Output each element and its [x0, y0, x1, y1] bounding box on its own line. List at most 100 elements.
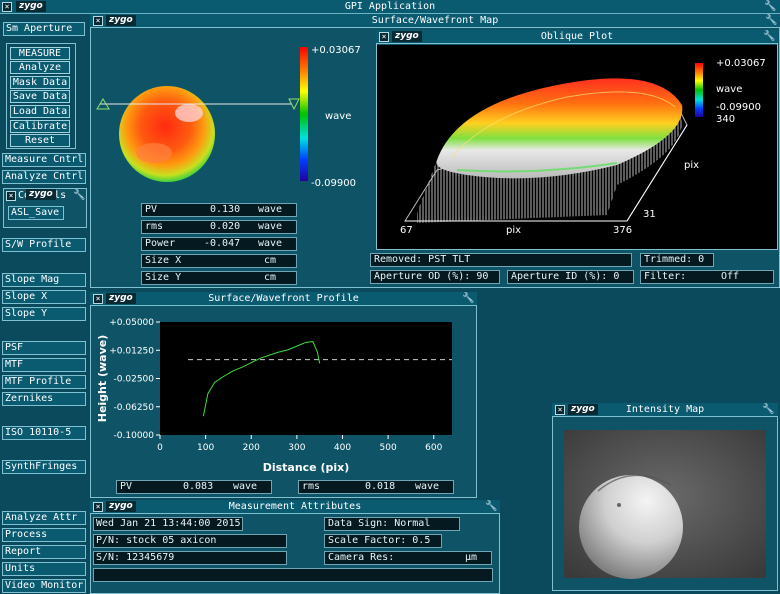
oblique-wrench-icon[interactable]: 🔧: [763, 31, 775, 43]
profile-plot-area: [160, 322, 452, 435]
zernikes-button[interactable]: Zernikes: [2, 392, 86, 406]
measure-button[interactable]: MEASURE: [10, 47, 70, 60]
slope-x-button[interactable]: Slope X: [2, 290, 86, 304]
attr-notes-field[interactable]: [93, 568, 493, 582]
profile-rms-value: 0.018: [365, 481, 396, 492]
attributes-close-icon[interactable]: ×: [93, 502, 103, 512]
surface-map-title: Surface/Wavefront Map: [371, 15, 499, 26]
controls-logo: zygo: [26, 189, 56, 200]
controls-close-icon[interactable]: ×: [6, 191, 16, 201]
oblique-axis-x-right: 376: [613, 225, 633, 236]
slope-mag-button[interactable]: Slope Mag: [2, 273, 86, 287]
profile-xtick-label: 200: [243, 443, 260, 453]
profile-close-icon[interactable]: ×: [93, 294, 103, 304]
profile-xtick-label: 300: [288, 443, 305, 453]
analyze-button[interactable]: Analyze: [10, 61, 70, 74]
stat-size-y-field: Size Y cm: [141, 271, 297, 285]
aperture-od-field: Aperture OD (%): 90: [370, 270, 500, 284]
profile-pv-field: PV 0.083 wave: [116, 480, 272, 494]
analyze-cntrl-button[interactable]: Analyze Cntrl: [2, 170, 86, 184]
attr-date-field[interactable]: Wed Jan 21 13:44:00 2015: [93, 517, 243, 531]
oblique-logo: zygo: [392, 31, 422, 42]
stat-size-y-label: Size Y: [145, 272, 182, 283]
surface-map-titlebar: Surface/Wavefront Map: [90, 14, 780, 28]
stat-rms-field: rms 0.020 wave: [141, 220, 297, 234]
intensity-map-view[interactable]: [556, 421, 774, 587]
psf-button[interactable]: PSF: [2, 341, 86, 355]
oblique-scale-unit: wave: [716, 84, 743, 95]
profile-rms-field: rms 0.018 wave: [298, 480, 454, 494]
removed-field: Removed: PST TLT: [370, 253, 632, 267]
profile-pv-value: 0.083: [183, 481, 214, 492]
stat-pv-field: PV 0.130 wave: [141, 203, 297, 217]
intensity-close-icon[interactable]: ×: [555, 405, 565, 415]
profile-ytick-label: +0.01250: [109, 346, 154, 356]
intensity-wrench-icon[interactable]: 🔧: [762, 404, 774, 416]
analyze-attr-button[interactable]: Analyze Attr: [2, 511, 86, 525]
surface-map-wrench-icon[interactable]: 🔧: [765, 15, 777, 27]
aperture-selector[interactable]: Sm Aperture: [3, 22, 85, 36]
app-title: GPI Application: [344, 1, 436, 12]
profile-wrench-icon[interactable]: 🔧: [462, 293, 474, 305]
iso-10110-5-button[interactable]: ISO 10110-5: [2, 426, 86, 440]
controls-wrench-icon[interactable]: 🔧: [73, 190, 85, 202]
asl-save-button[interactable]: ASL_Save: [8, 206, 64, 220]
profile-ytick-label: -0.10000: [114, 431, 155, 441]
sw-profile-button[interactable]: S/W Profile: [2, 238, 86, 252]
stat-rms-label: rms: [145, 221, 164, 232]
oblique-plot-graphic: [404, 63, 703, 224]
stat-rms-value: 0.020: [210, 221, 241, 232]
units-button[interactable]: Units: [2, 562, 86, 576]
attr-sn-field[interactable]: S/N: 12345679: [93, 551, 287, 565]
stat-power-value: -0.047: [204, 238, 241, 249]
profile-titlebar: Surface/Wavefront Profile: [90, 292, 477, 306]
report-button[interactable]: Report: [2, 545, 86, 559]
stat-pv-label: PV: [145, 204, 158, 215]
stat-power-label: Power: [145, 238, 176, 249]
profile-ytick-label: -0.02500: [114, 375, 155, 385]
profile-xtick-label: 0: [157, 443, 163, 453]
trimmed-field: Trimmed: 0: [640, 253, 714, 267]
attr-camera-res-field: Camera Res: µm: [324, 551, 492, 565]
map-scale-unit: wave: [325, 111, 352, 122]
stat-size-x-label: Size X: [145, 255, 182, 266]
attr-pn-field[interactable]: P/N: stock 05 axicon: [93, 534, 287, 548]
profile-x-axis-label: Distance (pix): [263, 461, 350, 474]
aperture-id-field: Aperture ID (%): 0: [507, 270, 634, 284]
attributes-title: Measurement Attributes: [228, 501, 362, 512]
profile-ytick-label: -0.06250: [114, 403, 155, 413]
profile-xtick-label: 100: [197, 443, 214, 453]
profile-title: Surface/Wavefront Profile: [208, 293, 359, 304]
profile-chart[interactable]: +0.05000 +0.01250 -0.02500 -0.06250 -0.10000…: [92, 308, 472, 476]
mtf-profile-button[interactable]: MTF Profile: [2, 375, 86, 389]
profile-xtick-label: 600: [425, 443, 442, 453]
load-data-button[interactable]: Load Data: [10, 105, 70, 118]
mtf-button[interactable]: MTF: [2, 358, 86, 372]
stat-power-field: Power -0.047 wave: [141, 237, 297, 251]
calibrate-button[interactable]: Calibrate: [10, 120, 70, 133]
surface-map-close-icon[interactable]: ×: [93, 16, 103, 26]
reset-button[interactable]: Reset: [10, 134, 70, 147]
map-scale-max: +0.03067: [311, 45, 361, 56]
oblique-title: Oblique Plot: [540, 31, 614, 42]
attributes-wrench-icon[interactable]: 🔧: [485, 501, 497, 513]
profile-xtick-label: 400: [334, 443, 351, 453]
filter-field: Filter: Off: [640, 270, 774, 284]
measure-cntrl-button[interactable]: Measure Cntrl: [2, 153, 86, 167]
oblique-close-icon[interactable]: ×: [379, 32, 389, 42]
profile-pv-label: PV: [120, 481, 133, 492]
process-button[interactable]: Process: [2, 528, 86, 542]
oblique-axis-y-bottom: 31: [643, 209, 656, 220]
video-monitor-button[interactable]: Video Monitor: [2, 579, 86, 593]
stat-pv-value: 0.130: [210, 204, 241, 215]
surface-map-logo: zygo: [106, 15, 136, 26]
profile-xtick-label: 500: [380, 443, 397, 453]
app-wrench-icon[interactable]: 🔧: [764, 1, 776, 13]
oblique-plot-view[interactable]: [377, 45, 777, 249]
mask-data-button[interactable]: Mask Data: [10, 76, 70, 89]
slope-y-button[interactable]: Slope Y: [2, 307, 86, 321]
oblique-axis-x-label: pix: [506, 225, 522, 236]
synth-fringes-button[interactable]: SynthFringes: [2, 460, 86, 474]
save-data-button[interactable]: Save Data: [10, 90, 70, 103]
profile-rms-label: rms: [302, 481, 321, 492]
